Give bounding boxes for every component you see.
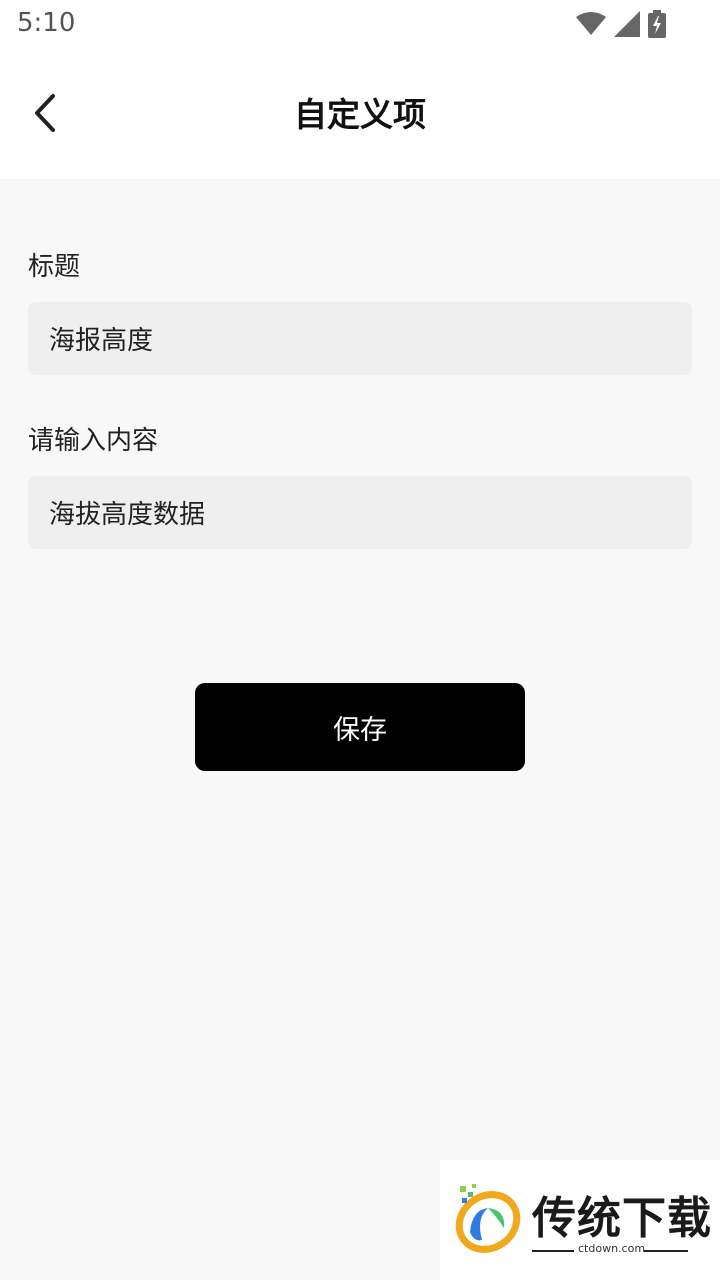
save-button[interactable]: 保存 <box>195 683 525 771</box>
wifi-icon <box>576 12 606 35</box>
content-input[interactable]: 海拔高度数据 <box>28 476 692 549</box>
app-bar: 自定义项 <box>0 50 720 179</box>
title-input[interactable]: 海报高度 <box>28 302 692 375</box>
battery-charging-icon <box>648 10 666 38</box>
status-bar: 5:10 <box>0 0 720 50</box>
content-label: 请输入内容 <box>28 426 159 456</box>
watermark-divider-left <box>532 1250 574 1252</box>
form-content: 标题 海报高度 请输入内容 海拔高度数据 保存 <box>0 179 720 1280</box>
title-input-value: 海报高度 <box>49 326 154 356</box>
watermark-url: ctdown.com <box>578 1242 646 1255</box>
title-label: 标题 <box>28 252 81 282</box>
content-input-value: 海拔高度数据 <box>49 500 206 530</box>
page-title: 自定义项 <box>294 95 426 134</box>
status-icons <box>576 9 666 39</box>
status-time: 5:10 <box>17 8 76 38</box>
ctdown-logo-icon <box>455 1184 521 1253</box>
watermark-logo: 传统下载 ctdown.com <box>440 1160 720 1280</box>
watermark-divider-right <box>644 1250 688 1252</box>
watermark-name: 传统下载 <box>532 1193 712 1244</box>
signal-icon <box>614 11 640 37</box>
